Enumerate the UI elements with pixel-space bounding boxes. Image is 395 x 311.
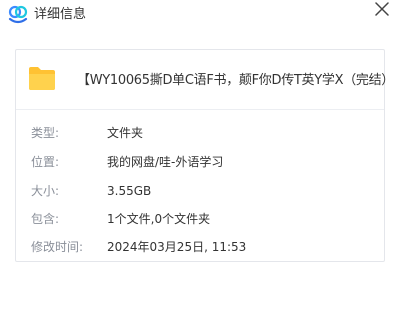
detail-row-size: 大小: 3.55GB: [16, 181, 384, 201]
modified-time-label: 修改时间:: [31, 240, 84, 254]
detail-row-modified: 修改时间: 2024年03月25日, 11:53: [16, 237, 384, 257]
contains-label: 包含:: [31, 212, 60, 226]
detail-row-contains: 包含: 1个文件,0个文件夹: [16, 209, 384, 229]
title-bar: 详细信息: [0, 0, 395, 30]
detail-row-type: 类型: 文件夹: [16, 123, 384, 143]
baidu-netdisk-logo-icon: [8, 5, 28, 24]
contains-value: 1个文件,0个文件夹: [107, 212, 211, 226]
window-title: 详细信息: [34, 7, 87, 22]
size-value: 3.55GB: [107, 184, 152, 198]
details-card: 【WY10065撕D单C语F书，颠F你D传T英Y学X（完结） 类型: 文件夹 位…: [15, 49, 394, 262]
file-name: 【WY10065撕D单C语F书，颠F你D传T英Y学X（完结）: [77, 73, 394, 88]
close-icon[interactable]: [371, 0, 393, 20]
file-header: 【WY10065撕D单C语F书，颠F你D传T英Y学X（完结）: [16, 50, 394, 110]
type-value: 文件夹: [107, 126, 144, 140]
folder-icon: [29, 67, 55, 90]
location-label: 位置:: [31, 155, 60, 169]
modified-time-value: 2024年03月25日, 11:53: [107, 240, 247, 254]
detail-row-location: 位置: 我的网盘/哇-外语学习: [16, 152, 384, 172]
size-label: 大小:: [31, 184, 60, 198]
type-label: 类型:: [31, 126, 60, 140]
location-link[interactable]: 我的网盘/哇-外语学习: [107, 152, 223, 172]
